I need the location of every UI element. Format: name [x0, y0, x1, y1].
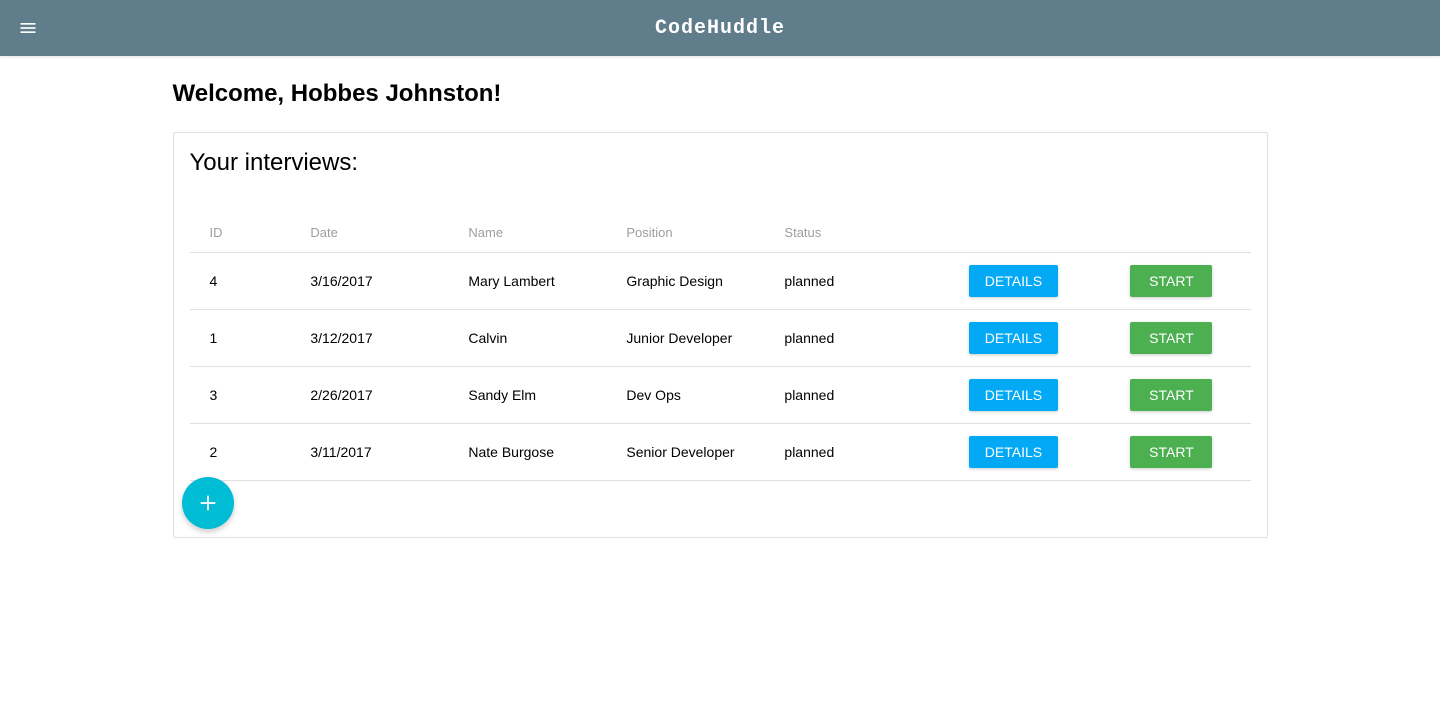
- cell-date: 3/16/2017: [302, 253, 460, 310]
- interviews-card: Your interviews: ID Date Name Position S…: [173, 132, 1268, 538]
- cell-position: Junior Developer: [618, 310, 776, 367]
- cell-name: Sandy Elm: [460, 367, 618, 424]
- column-header-position: Position: [618, 213, 776, 253]
- main-content: Welcome, Hobbes Johnston! Your interview…: [173, 56, 1268, 562]
- cell-details: DETAILS: [934, 253, 1092, 310]
- cell-start: START: [1092, 310, 1250, 367]
- cell-start: START: [1092, 424, 1250, 481]
- column-header-details: [934, 213, 1092, 253]
- cell-status: planned: [776, 253, 934, 310]
- table-row: 43/16/2017Mary LambertGraphic Designplan…: [190, 253, 1251, 310]
- cell-id: 1: [190, 310, 303, 367]
- start-button[interactable]: START: [1130, 436, 1212, 468]
- cell-date: 2/26/2017: [302, 367, 460, 424]
- column-header-start: [1092, 213, 1250, 253]
- cell-date: 3/12/2017: [302, 310, 460, 367]
- details-button[interactable]: DETAILS: [969, 322, 1058, 354]
- cell-id: 3: [190, 367, 303, 424]
- cell-name: Mary Lambert: [460, 253, 618, 310]
- interviews-table: ID Date Name Position Status 43/16/2017M…: [190, 213, 1251, 521]
- cell-details: DETAILS: [934, 424, 1092, 481]
- start-button[interactable]: START: [1130, 322, 1212, 354]
- app-title: CodeHuddle: [655, 17, 785, 40]
- cell-position: Graphic Design: [618, 253, 776, 310]
- column-header-id: ID: [190, 213, 303, 253]
- cell-start: START: [1092, 367, 1250, 424]
- column-header-date: Date: [302, 213, 460, 253]
- menu-icon[interactable]: [16, 16, 40, 40]
- cell-details: DETAILS: [934, 310, 1092, 367]
- cell-name: Nate Burgose: [460, 424, 618, 481]
- details-button[interactable]: DETAILS: [969, 379, 1058, 411]
- add-interview-button[interactable]: [182, 477, 234, 529]
- start-button[interactable]: START: [1130, 379, 1212, 411]
- cell-status: planned: [776, 424, 934, 481]
- cell-id: 4: [190, 253, 303, 310]
- plus-icon: [197, 492, 219, 514]
- cell-date: 3/11/2017: [302, 424, 460, 481]
- card-title: Your interviews:: [190, 149, 1251, 177]
- table-row: 13/12/2017CalvinJunior Developerplanned D…: [190, 310, 1251, 367]
- column-header-status: Status: [776, 213, 934, 253]
- app-header: CodeHuddle: [0, 0, 1440, 56]
- cell-name: Calvin: [460, 310, 618, 367]
- start-button[interactable]: START: [1130, 265, 1212, 297]
- cell-status: planned: [776, 367, 934, 424]
- cell-id: 2: [190, 424, 303, 481]
- cell-position: Senior Developer: [618, 424, 776, 481]
- welcome-heading: Welcome, Hobbes Johnston!: [173, 80, 1268, 108]
- cell-status: planned: [776, 310, 934, 367]
- table-row: 32/26/2017Sandy ElmDev Opsplanned DETAILS…: [190, 367, 1251, 424]
- column-header-name: Name: [460, 213, 618, 253]
- table-row: 23/11/2017Nate BurgoseSenior Developerpl…: [190, 424, 1251, 481]
- cell-details: DETAILS: [934, 367, 1092, 424]
- details-button[interactable]: DETAILS: [969, 265, 1058, 297]
- details-button[interactable]: DETAILS: [969, 436, 1058, 468]
- cell-position: Dev Ops: [618, 367, 776, 424]
- cell-start: START: [1092, 253, 1250, 310]
